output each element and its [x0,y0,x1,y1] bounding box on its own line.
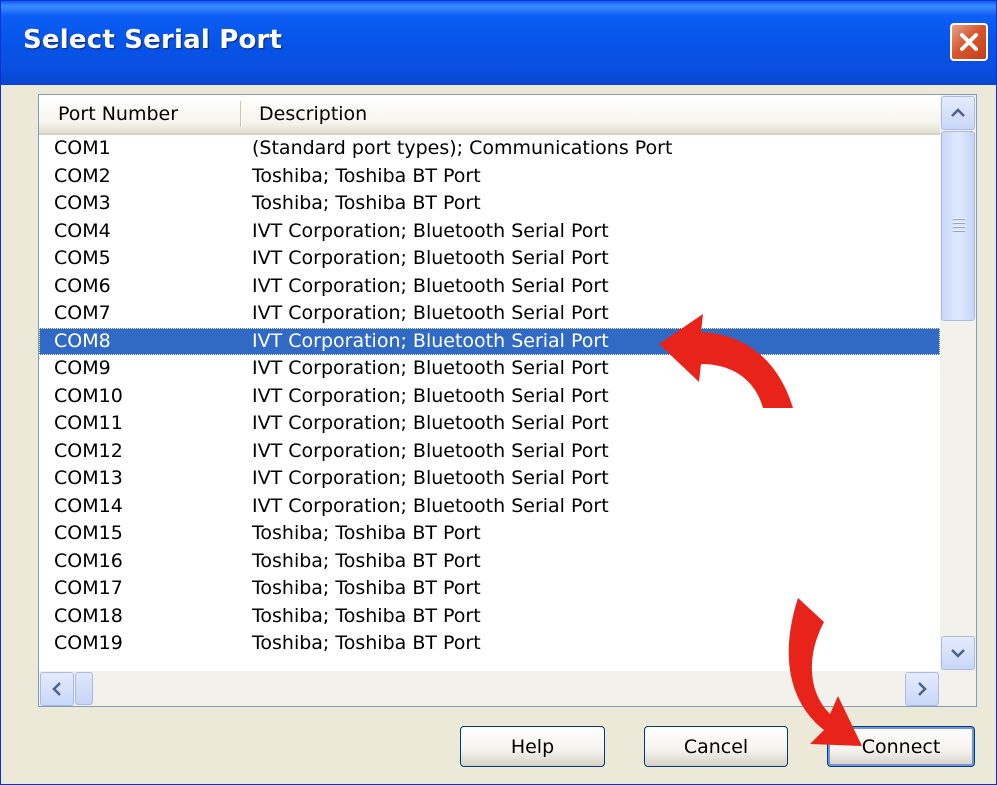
description-cell: IVT Corporation; Bluetooth Serial Port [252,467,609,489]
scroll-down-button[interactable] [941,636,975,670]
port-number-cell: COM15 [54,522,123,544]
description-cell: Toshiba; Toshiba BT Port [252,604,481,627]
list-item[interactable]: COM6 IVT Corporation; Bluetooth Serial Po… [39,273,940,301]
thumb-grip [953,226,965,227]
list-item[interactable]: COM14 IVT Corporation; Bluetooth Serial P… [39,493,940,521]
description-cell: Toshiba; Toshiba BT Port [252,549,481,572]
port-number-cell: COM10 [54,384,123,407]
port-number-cell: COM14 [54,494,123,517]
thumb-grip [953,218,965,219]
port-number-cell: COM3 [54,192,111,214]
list-item[interactable]: COM3 Toshiba; Toshiba BT Port [39,190,940,218]
port-number-cell: COM6 [54,274,111,297]
description-cell: IVT Corporation; Bluetooth Serial Port [252,357,609,379]
scroll-up-button[interactable] [941,96,975,130]
port-number-cell: COM11 [54,412,123,434]
list-item[interactable]: COM2 Toshiba; Toshiba BT Port [39,163,940,191]
port-number-cell: COM18 [54,604,123,627]
port-number-cell: COM19 [54,632,123,654]
description-cell: Toshiba; Toshiba BT Port [252,192,481,214]
column-header-port-number[interactable]: Port Number [58,95,178,133]
chevron-left-icon [52,682,61,696]
description-cell: Toshiba; Toshiba BT Port [252,577,481,599]
description-cell: IVT Corporation; Bluetooth Serial Port [252,302,609,324]
scroll-right-button[interactable] [905,672,939,706]
vertical-scrollbar[interactable] [940,95,976,671]
description-cell: IVT Corporation; Bluetooth Serial Port [252,219,609,242]
description-cell: Toshiba; Toshiba BT Port [252,164,481,187]
port-number-cell: COM13 [54,467,123,489]
annotation-arrow-icon [659,314,793,408]
list-header: Port Number Description [39,95,940,135]
list-item[interactable]: COM5 IVT Corporation; Bluetooth Serial Po… [39,245,940,273]
thumb-grip [953,222,965,223]
close-icon [960,33,978,51]
dialog-title: Select Serial Port [23,25,283,55]
column-divider[interactable] [240,101,241,127]
description-cell: IVT Corporation; Bluetooth Serial Port [252,439,609,462]
description-cell: Toshiba; Toshiba BT Port [252,522,481,544]
description-cell: Toshiba; Toshiba BT Port [252,632,481,654]
description-cell: IVT Corporation; Bluetooth Serial Port [252,384,609,407]
description-cell: (Standard port types); Communications Po… [252,137,673,159]
column-header-description[interactable]: Description [259,95,367,133]
chevron-down-icon [951,649,965,658]
help-button[interactable]: Help [460,726,605,767]
port-number-cell: COM16 [54,549,123,572]
port-number-cell: COM12 [54,439,123,462]
port-number-cell: COM4 [54,219,111,242]
port-number-cell: COM5 [54,247,111,269]
list-item[interactable]: COM13 IVT Corporation; Bluetooth Serial P… [39,465,940,493]
vertical-scroll-thumb[interactable] [941,131,975,321]
horizontal-scroll-thumb[interactable] [75,672,93,705]
list-item[interactable]: COM4 IVT Corporation; Bluetooth Serial Po… [39,218,940,246]
list-item[interactable]: COM12 IVT Corporation; Bluetooth Serial P… [39,438,940,466]
chevron-right-icon [918,682,927,696]
port-number-cell: COM9 [54,357,111,379]
description-cell: IVT Corporation; Bluetooth Serial Port [252,412,609,434]
title-bar: Select Serial Port [1,1,996,85]
chevron-up-icon [951,108,965,117]
select-serial-port-dialog: Select Serial Port Port Number Descripti… [0,0,997,785]
port-number-cell: COM1 [54,137,111,159]
port-number-cell: COM2 [54,164,111,187]
scroll-left-button[interactable] [40,672,74,706]
close-button[interactable] [950,23,988,61]
port-number-cell: COM17 [54,577,123,599]
description-cell: IVT Corporation; Bluetooth Serial Port [252,329,609,352]
description-cell: IVT Corporation; Bluetooth Serial Port [252,247,609,269]
list-item[interactable]: COM16 Toshiba; Toshiba BT Port [39,548,940,576]
list-item[interactable]: COM15 Toshiba; Toshiba BT Port [39,520,940,548]
description-cell: IVT Corporation; Bluetooth Serial Port [252,274,609,297]
list-item[interactable]: COM1 (Standard port types); Communication… [39,135,940,163]
thumb-grip [953,230,965,231]
annotation-arrow-icon [788,598,862,746]
port-number-cell: COM7 [54,302,111,324]
port-number-cell: COM8 [54,329,111,352]
description-cell: IVT Corporation; Bluetooth Serial Port [252,494,609,517]
